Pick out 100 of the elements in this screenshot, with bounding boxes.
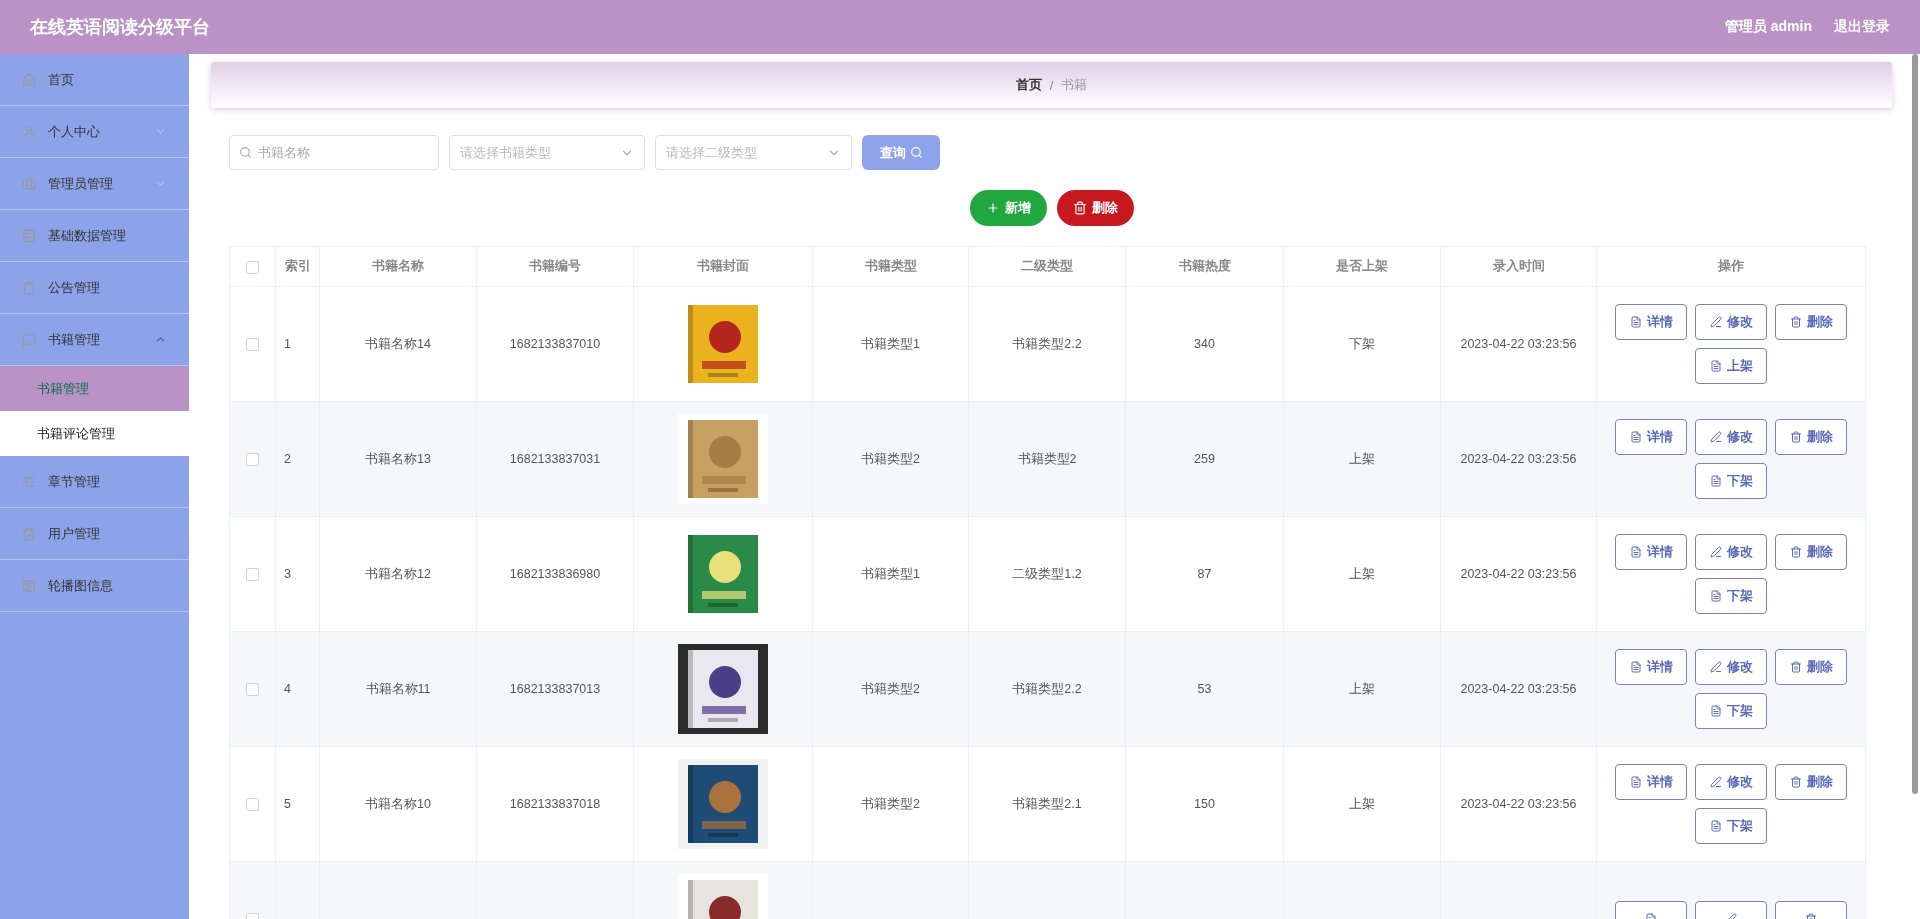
shelf-button[interactable]: 下架	[1695, 578, 1767, 614]
name-search-field[interactable]: 书籍名称	[229, 135, 439, 170]
document-icon	[1629, 661, 1642, 673]
home-icon	[22, 72, 36, 87]
sidebar-item[interactable]: 章节管理	[0, 456, 189, 508]
detail-button[interactable]: 详情	[1615, 419, 1687, 455]
column-header: 书籍热度	[1125, 246, 1284, 287]
table-cell: 2023-04-22 03:23:56	[1440, 746, 1597, 862]
table-cell: 书籍名称10	[319, 746, 477, 862]
trash-icon	[1789, 316, 1802, 328]
table-cell: 上架	[1283, 516, 1441, 632]
table-cell: 书籍名称12	[319, 516, 477, 632]
sidebar-subitem[interactable]: 书籍评论管理	[0, 411, 189, 456]
document-icon	[1629, 431, 1642, 443]
document-icon	[1709, 475, 1722, 487]
table-cell: 书籍类型1	[812, 516, 969, 632]
table-cell: 书籍类型2	[812, 631, 969, 747]
clipboard-icon	[22, 526, 36, 541]
sidebar-item[interactable]: 轮播图信息	[0, 560, 189, 612]
table-cell: 259	[1125, 401, 1284, 517]
table-cell: 87	[1125, 516, 1284, 632]
column-header: 书籍编号	[476, 246, 634, 287]
add-button[interactable]: 新增	[969, 190, 1047, 226]
edit-button[interactable]: 修改	[1695, 304, 1767, 340]
breadcrumb-item[interactable]: 首页	[1015, 76, 1042, 94]
row-checkbox[interactable]	[246, 683, 259, 697]
plus-icon	[985, 201, 1000, 215]
briefcase-icon	[22, 176, 36, 191]
column-header: 是否上架	[1283, 246, 1441, 287]
trash-icon	[1072, 201, 1087, 215]
table-cell: 1682133836980	[476, 516, 634, 632]
shelf-button[interactable]: 上架	[1695, 348, 1767, 384]
row-checkbox[interactable]	[246, 453, 259, 467]
detail-button[interactable]: 详情	[1615, 764, 1687, 800]
scrollbar[interactable]	[1912, 54, 1918, 794]
sidebar-item[interactable]: 管理员管理	[0, 158, 189, 210]
app-title: 在线英语阅读分级平台	[30, 16, 210, 39]
trash-icon	[1789, 661, 1802, 673]
sidebar-item[interactable]: 公告管理	[0, 262, 189, 314]
delete-button[interactable]: 删除	[1775, 534, 1847, 570]
table-cell: 150	[1125, 746, 1284, 862]
table-cell: 53	[1125, 631, 1284, 747]
edit-button[interactable]: 修改	[1695, 534, 1767, 570]
shelf-button[interactable]: 下架	[1695, 463, 1767, 499]
logout-link[interactable]: 退出登录	[1834, 18, 1890, 36]
table-cell: 1	[275, 286, 320, 402]
sidebar-item[interactable]: 用户管理	[0, 508, 189, 560]
document-icon	[1709, 705, 1722, 717]
column-header: 索引	[275, 246, 320, 287]
table-cell: 二级类型1.2	[968, 516, 1126, 632]
document-icon	[1629, 316, 1642, 328]
table-cell: 1682133837010	[476, 286, 634, 402]
breadcrumb-item: 书籍	[1061, 76, 1088, 94]
delete-button[interactable]: 删除	[1775, 764, 1847, 800]
database-icon	[22, 228, 36, 243]
document-icon	[1629, 546, 1642, 558]
document-icon	[1709, 820, 1722, 832]
column-header: 书籍封面	[633, 246, 813, 287]
sidebar-item[interactable]: 基础数据管理	[0, 210, 189, 262]
delete-button[interactable]: 删除	[1775, 649, 1847, 685]
select-all-checkbox[interactable]	[246, 260, 259, 274]
column-header: 二级类型	[968, 246, 1126, 287]
pen-icon	[1709, 661, 1722, 673]
column-header: 操作	[1596, 246, 1866, 287]
search-icon	[239, 146, 252, 159]
table-cell: 书籍名称13	[319, 401, 477, 517]
column-header: 书籍名称	[319, 246, 477, 287]
table-cell: 书籍类型2	[812, 746, 969, 862]
table-cell: 4	[275, 631, 320, 747]
breadcrumb-separator: /	[1049, 77, 1054, 93]
edit-button[interactable]: 修改	[1695, 419, 1767, 455]
detail-button[interactable]: 详情	[1615, 649, 1687, 685]
chat-icon	[22, 332, 36, 347]
shelf-button[interactable]: 下架	[1695, 808, 1767, 844]
table-cell: 1682133837018	[476, 746, 634, 862]
sliders-icon	[22, 474, 36, 489]
row-checkbox[interactable]	[246, 338, 259, 352]
detail-button[interactable]: 详情	[1615, 534, 1687, 570]
user-icon	[22, 124, 36, 139]
delete-button[interactable]: 删除	[1775, 419, 1847, 455]
delete-button[interactable]: 删除	[1775, 304, 1847, 340]
sidebar-item[interactable]: 首页	[0, 54, 189, 106]
table-cell: 2023-04-22 03:23:56	[1440, 286, 1597, 402]
table-cell: 书籍类型2.2	[968, 631, 1126, 747]
document-icon	[1629, 776, 1642, 788]
sidebar-item[interactable]: 个人中心	[0, 106, 189, 158]
table-cell: 2023-04-22 03:23:56	[1440, 516, 1597, 632]
row-checkbox[interactable]	[246, 798, 259, 812]
edit-button[interactable]: 修改	[1695, 764, 1767, 800]
table-cell: 下架	[1283, 286, 1441, 402]
edit-button[interactable]: 修改	[1695, 649, 1767, 685]
row-checkbox[interactable]	[246, 568, 259, 582]
pen-icon	[1709, 431, 1722, 443]
table-cell: 1682133837031	[476, 401, 634, 517]
trash-icon	[1789, 431, 1802, 443]
shelf-button[interactable]: 下架	[1695, 693, 1767, 729]
table-cell: 书籍类型1	[812, 286, 969, 402]
delete-button[interactable]: 删除	[1056, 190, 1134, 226]
table-cell: 书籍类型2	[812, 401, 969, 517]
detail-button[interactable]: 详情	[1615, 304, 1687, 340]
